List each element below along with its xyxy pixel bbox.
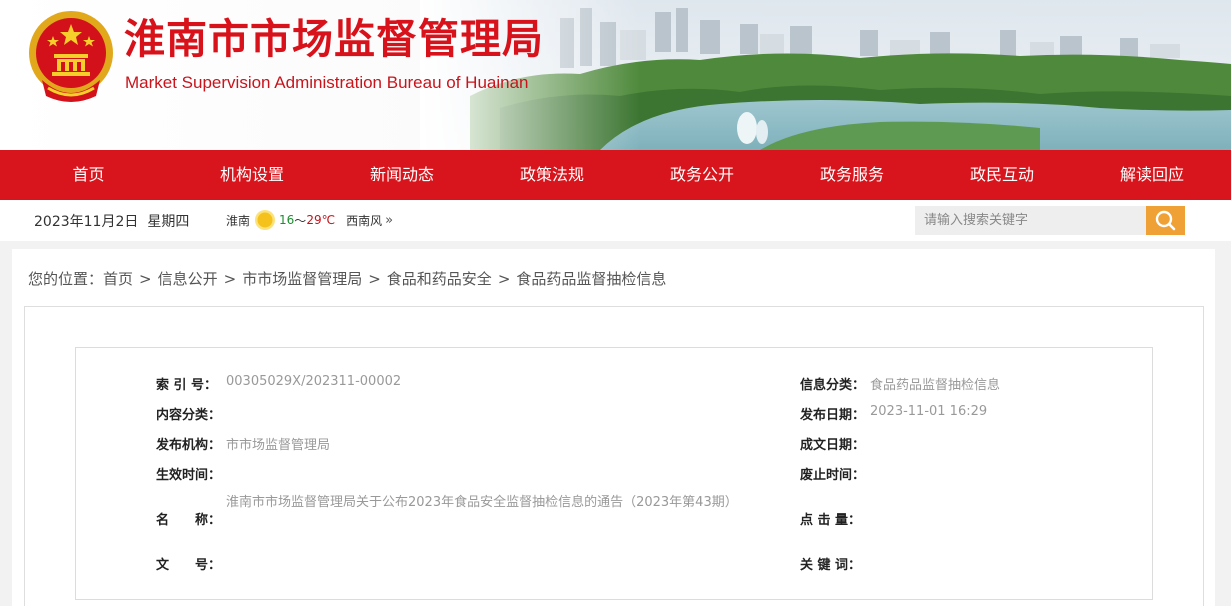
meta-index-value: 00305029X/202311-00002 [226, 374, 402, 389]
search-button[interactable] [1146, 206, 1185, 235]
weather-city: 淮南 [226, 213, 251, 228]
sunny-icon [255, 210, 276, 230]
breadcrumb-info-public[interactable]: 信息公开 [158, 270, 218, 288]
breadcrumb-separator: > [368, 270, 381, 288]
meta-name-label: 名 称： [156, 513, 222, 528]
nav-item-gov-affairs[interactable]: 政务公开 [627, 150, 777, 200]
search-input[interactable] [915, 206, 1146, 235]
breadcrumb-separator: > [497, 270, 511, 288]
breadcrumb-food-drug-safety[interactable]: 食品和药品安全 [387, 270, 492, 288]
search-box [915, 206, 1185, 235]
breadcrumb: 您的位置：首页 > 信息公开 > 市市场监督管理局 > 食品和药品安全 > 食品药品监督抽检信息 [28, 268, 666, 289]
meta-keywords-label: 关 键 词： [800, 558, 862, 573]
double-chevron-right-icon[interactable]: » [385, 213, 393, 228]
meta-expire-label: 废止时间： [800, 468, 866, 483]
meta-written-label: 成文日期： [800, 438, 866, 453]
meta-org-value: 市市场监督管理局 [226, 438, 331, 453]
breadcrumb-inspection-info[interactable]: 食品药品监督抽检信息 [516, 270, 666, 288]
breadcrumb-separator: > [139, 270, 152, 288]
nav-item-interaction[interactable]: 政民互动 [927, 150, 1077, 200]
meta-effective-label: 生效时间： [156, 468, 222, 483]
breadcrumb-prefix: 您的位置： [28, 270, 104, 288]
nav-item-news[interactable]: 新闻动态 [327, 150, 477, 200]
meta-content-label: 内容分类： [156, 408, 222, 423]
weekday-text: 星期四 [147, 214, 190, 230]
meta-index-label: 索 引 号： [156, 378, 218, 393]
meta-category-value: 食品药品监督抽检信息 [870, 378, 1001, 393]
meta-category-label: 信息分类： [800, 378, 866, 393]
date-text: 2023年11月2日 [34, 214, 139, 230]
weather-widget[interactable]: 淮南 16 ～ 29℃ 西南风 » [226, 209, 393, 231]
breadcrumb-separator: > [223, 270, 237, 288]
temp-separator: ～ [294, 213, 307, 228]
breadcrumb-bureau[interactable]: 市市场监督管理局 [242, 270, 362, 288]
site-header: 淮南市市场监督管理局 Market Supervision Administra… [0, 0, 1231, 150]
nav-item-interpretation[interactable]: 解读回应 [1077, 150, 1227, 200]
temp-high: 29℃ [306, 213, 336, 227]
document-meta-table: 索 引 号： 00305029X/202311-00002 内容分类： 发布机构… [75, 347, 1153, 600]
meta-pubdate-value: 2023-11-01 16:29 [870, 404, 988, 419]
search-icon [1155, 210, 1176, 231]
breadcrumb-home[interactable]: 首页 [103, 270, 133, 288]
main-nav: 首页 机构设置 新闻动态 政策法规 政务公开 政务服务 政民互动 解读回应 [0, 150, 1231, 200]
meta-org-label: 发布机构： [156, 438, 222, 453]
wind-direction: 西南风 [346, 213, 383, 228]
site-subtitle: Market Supervision Administration Bureau… [125, 73, 529, 92]
national-emblem-icon [29, 11, 113, 102]
current-date: 2023年11月2日 星期四 [34, 211, 189, 231]
nav-item-organization[interactable]: 机构设置 [177, 150, 327, 200]
nav-item-gov-services[interactable]: 政务服务 [777, 150, 927, 200]
meta-clicks-label: 点 击 量： [800, 513, 862, 528]
temp-low: 16 [279, 213, 295, 227]
nav-item-home[interactable]: 首页 [0, 150, 177, 200]
article-panel: 索 引 号： 00305029X/202311-00002 内容分类： 发布机构… [24, 306, 1204, 606]
meta-name-value: 淮南市市场监督管理局关于公布2023年食品安全监督抽检信息的通告（2023年第4… [226, 495, 738, 510]
meta-pubdate-label: 发布日期： [800, 408, 866, 423]
site-title: 淮南市市场监督管理局 [124, 15, 544, 63]
content-area: 您的位置：首页 > 信息公开 > 市市场监督管理局 > 食品和药品安全 > 食品药品监督抽检信息… [12, 249, 1215, 606]
nav-item-policy[interactable]: 政策法规 [477, 150, 627, 200]
meta-docno-label: 文 号： [156, 558, 222, 573]
